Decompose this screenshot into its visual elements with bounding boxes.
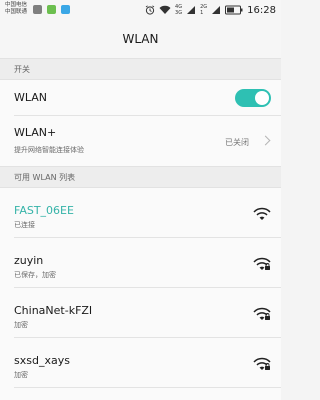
signal-strength-2-icon [212,6,221,14]
network-ssid: FAST_06EE [14,204,74,217]
mobile-network-2: 2G 1 [200,4,207,16]
wifi-signal-icon [253,207,271,220]
wlan-plus-row[interactable]: WLAN+ 提升网络智能连接体验 已关闭 [0,116,281,166]
title-bar: WLAN [0,20,281,58]
carrier-2: 中国联通 [5,9,28,15]
wlan-label: WLAN [14,91,48,104]
network-type-1b: 3G [175,10,183,16]
network-item-zuyin[interactable]: zuyin 已保存，加密 [0,238,281,288]
toggle-knob [255,91,269,105]
network-item-partial[interactable] [0,388,281,400]
clock: 16:28 [247,4,276,16]
battery-icon [225,5,243,15]
wlan-plus-description: 提升网络智能连接体验 [14,146,84,154]
network-status: 已连接 [14,221,35,229]
page-title: WLAN [122,32,159,46]
network-item-sxsd-xays[interactable]: sxsd_xays 加密 [0,338,281,388]
notification-app-icon [33,5,42,14]
wlan-plus-state: 已关闭 [225,138,249,147]
wlan-plus-label: WLAN+ [14,126,57,139]
network-ssid: ChinaNet-kFZI [14,304,93,317]
status-bar: 中国电信 中国联通 4G 3G 2G 1 16:28 [0,0,281,20]
wifi-status-icon [159,5,171,14]
network-item-chinanet-kfzi[interactable]: ChinaNet-kFZI 加密 [0,288,281,338]
section-header-networks: 可用 WLAN 列表 [0,166,281,188]
wechat-notification-icon [47,5,56,14]
wifi-signal-lock-icon [253,307,271,320]
network-status: 加密 [14,321,28,329]
mobile-network-1: 4G 3G [175,4,182,16]
browser-notification-icon [61,5,70,14]
signal-strength-icon [187,6,196,14]
carrier-1: 中国电信 [5,2,28,8]
status-icons: 4G 3G 2G 1 16:28 [145,3,276,17]
wifi-signal-lock-icon [253,357,271,370]
network-item-fast-06ee[interactable]: FAST_06EE 已连接 [0,188,281,238]
wifi-signal-lock-icon [253,257,271,270]
network-status: 加密 [14,371,28,379]
section-header-switch: 开关 [0,58,281,80]
network-ssid: zuyin [14,254,44,267]
carrier-info: 中国电信 中国联通 [5,2,27,16]
wlan-toggle[interactable] [235,89,271,107]
network-status: 已保存，加密 [14,271,56,279]
network-type-2b: 1 [200,10,204,16]
chevron-right-icon [260,135,271,146]
wlan-toggle-row[interactable]: WLAN [0,80,281,116]
alarm-icon [145,5,155,15]
network-ssid: sxsd_xays [14,354,70,367]
